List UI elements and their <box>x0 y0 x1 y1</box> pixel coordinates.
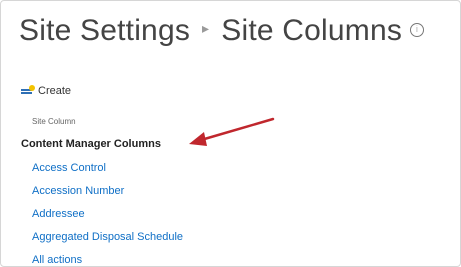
page-title: Site Settings ▸ Site Columns i <box>19 9 425 54</box>
screenshot-frame: Site Settings ▸ Site Columns i Create Site … <box>0 0 461 267</box>
info-icon[interactable]: i <box>410 23 425 38</box>
column-header-site-column[interactable]: Site Column <box>32 117 76 126</box>
create-label: Create <box>38 85 72 97</box>
site-column-link[interactable]: Access Control <box>32 160 183 183</box>
create-button[interactable]: Create <box>21 85 71 97</box>
site-column-link[interactable]: Aggregated Disposal Schedule <box>32 229 183 252</box>
new-column-icon <box>21 85 35 96</box>
site-column-link[interactable]: Accession Number <box>32 183 183 206</box>
site-column-link[interactable]: Addressee <box>32 206 183 229</box>
group-title: Content Manager Columns <box>21 138 161 150</box>
breadcrumb-separator-icon: ▸ <box>202 20 210 37</box>
breadcrumb-site-settings[interactable]: Site Settings <box>19 14 190 47</box>
site-column-list: Access Control Accession Number Addresse… <box>32 160 183 266</box>
site-column-link[interactable]: All actions <box>32 252 183 266</box>
breadcrumb-site-columns: Site Columns <box>221 14 403 47</box>
